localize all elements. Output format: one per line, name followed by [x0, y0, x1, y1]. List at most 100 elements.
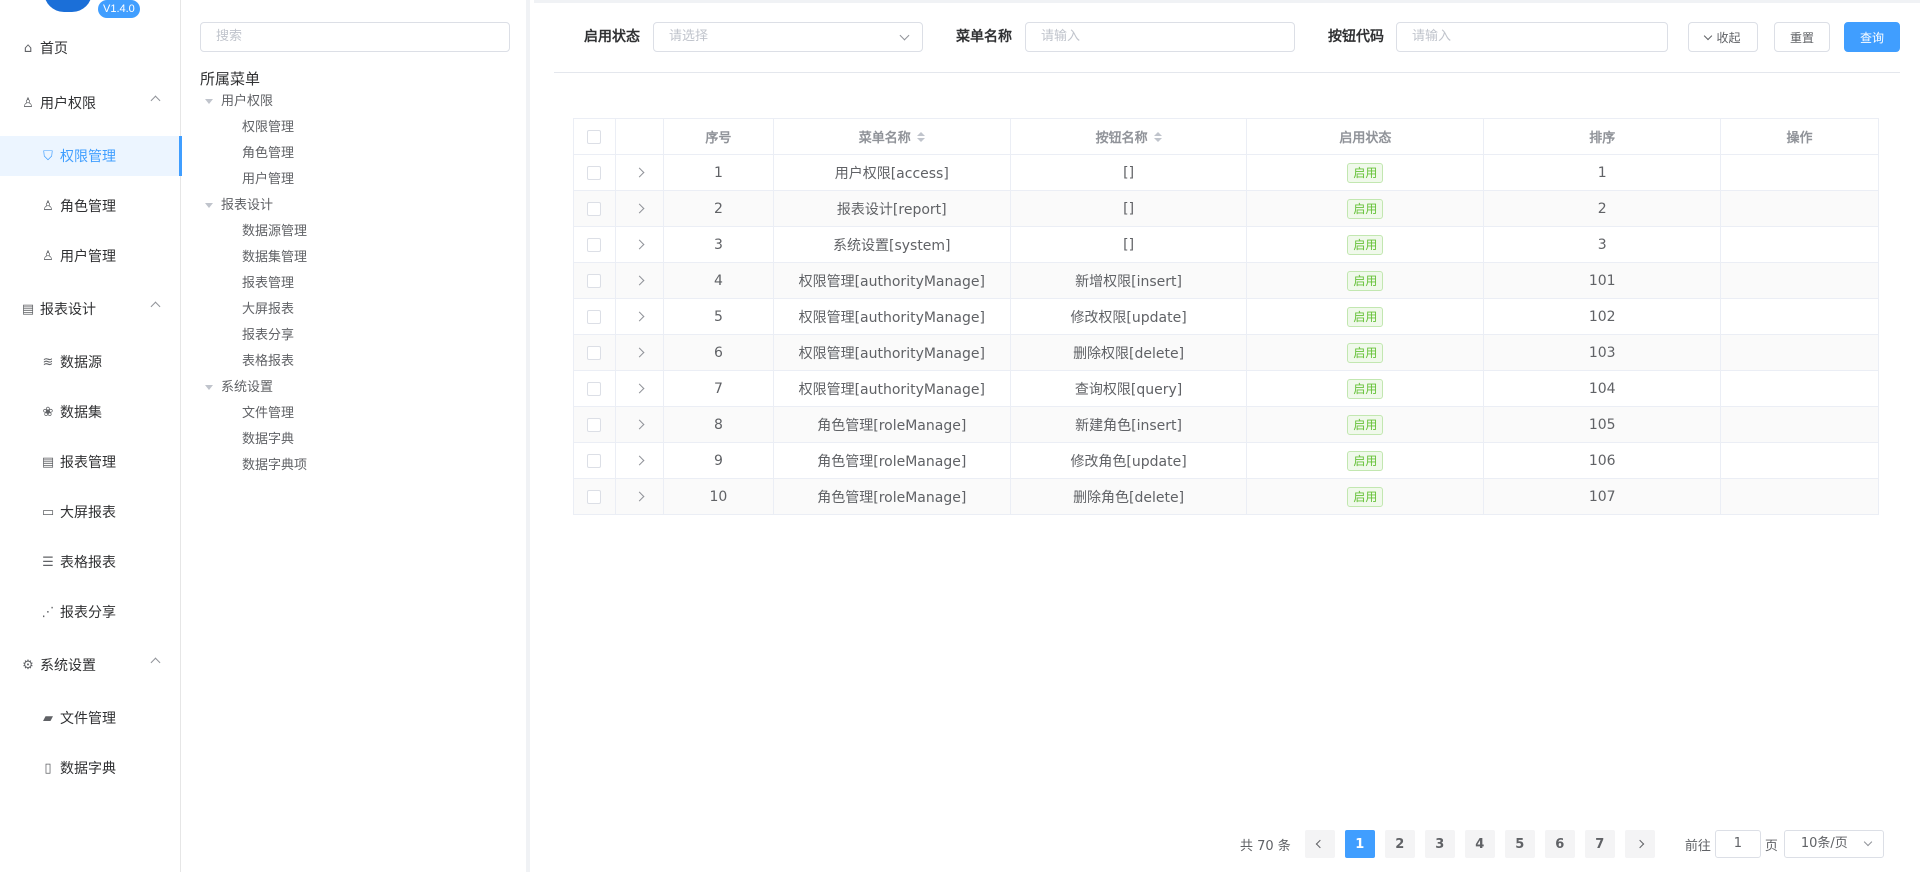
table-row[interactable]: 10 角色管理[roleManage] 删除角色[delete] 启用 107 [574, 479, 1879, 515]
tree-node[interactable]: 大屏报表 [242, 300, 294, 320]
cell-menu-name: 系统设置[system] [773, 227, 1011, 263]
table-row[interactable]: 6 权限管理[authorityManage] 删除权限[delete] 启用 103 [574, 335, 1879, 371]
tree-node[interactable]: 报表设计 [205, 196, 273, 216]
pagination: 共 70 条 1234567 前往 1 页 10条/页 [1240, 830, 1884, 858]
sidebar-item[interactable]: ▤ 报表设计 [0, 289, 181, 329]
tree-node[interactable]: 文件管理 [242, 404, 294, 424]
row-checkbox-cell [574, 299, 616, 335]
tree-node[interactable]: 数据字典项 [242, 456, 307, 476]
tree-node[interactable]: 表格报表 [242, 352, 294, 372]
select-all-checkbox[interactable] [587, 129, 602, 144]
cell-no: 10 [663, 479, 774, 515]
tree-node[interactable]: 用户权限 [205, 92, 273, 112]
row-checkbox[interactable] [587, 453, 602, 468]
chevron-right-icon[interactable] [634, 311, 645, 322]
reset-button[interactable]: 重置 [1774, 22, 1830, 52]
sidebar-item[interactable]: ⛉ 权限管理 [0, 136, 182, 176]
chevron-right-icon[interactable] [634, 347, 645, 358]
row-checkbox[interactable] [587, 309, 602, 324]
sidebar-item[interactable]: ▰ 文件管理 [0, 698, 181, 738]
sidebar-item[interactable]: ❀ 数据集 [0, 392, 181, 432]
sidebar-item-label: 数据字典 [60, 761, 116, 777]
goto-page-input[interactable]: 1 [1714, 830, 1761, 858]
table-row[interactable]: 8 角色管理[roleManage] 新建角色[insert] 启用 105 [574, 407, 1879, 443]
header-button-name[interactable]: 按钮名称 [1010, 119, 1248, 155]
sidebar-item[interactable]: ⌂ 首页 [0, 28, 181, 68]
table-row[interactable]: 7 权限管理[authorityManage] 查询权限[query] 启用 104 [574, 371, 1879, 407]
menu-filter-label: 菜单名称 [956, 29, 1012, 45]
chevron-right-icon[interactable] [634, 239, 645, 250]
button-code-input[interactable]: 请输入 [1396, 22, 1668, 52]
chevron-right-icon[interactable] [634, 203, 645, 214]
menu-name-input[interactable]: 请输入 [1025, 22, 1295, 52]
page-button[interactable]: 5 [1504, 830, 1535, 858]
sort-icon[interactable] [916, 131, 925, 142]
row-checkbox[interactable] [587, 345, 602, 360]
collapse-button[interactable]: 收起 [1688, 22, 1758, 52]
cell-no-text: 4 [713, 272, 723, 289]
sidebar-item[interactable]: ▤ 报表管理 [0, 442, 181, 482]
table-row[interactable]: 4 权限管理[authorityManage] 新增权限[insert] 启用 101 [574, 263, 1879, 299]
tree-node[interactable]: 角色管理 [242, 144, 294, 164]
table-row[interactable]: 1 用户权限[access] [] 启用 1 [574, 155, 1879, 191]
row-checkbox[interactable] [587, 273, 602, 288]
tree-node[interactable]: 数据集管理 [242, 248, 307, 268]
chevron-right-icon[interactable] [634, 455, 645, 466]
cell-no-text: 2 [713, 200, 723, 217]
table-row[interactable]: 2 报表设计[report] [] 启用 2 [574, 191, 1879, 227]
cell-button-name: 新建角色[insert] [1010, 407, 1248, 443]
cell-no: 1 [663, 155, 774, 191]
row-checkbox[interactable] [587, 381, 602, 396]
sidebar-item[interactable]: ▯ 数据字典 [0, 748, 181, 788]
tree-node[interactable]: 系统设置 [205, 378, 273, 398]
sidebar-item[interactable]: ≋ 数据源 [0, 342, 181, 382]
page-button[interactable]: 3 [1424, 830, 1455, 858]
page-button[interactable]: 2 [1384, 830, 1415, 858]
tree-node[interactable]: 报表分享 [242, 326, 294, 346]
chevron-right-icon [1635, 839, 1645, 849]
cell-actions [1721, 407, 1879, 443]
status-badge: 启用 [1347, 378, 1384, 399]
table-row[interactable]: 3 系统设置[system] [] 启用 3 [574, 227, 1879, 263]
page-button[interactable]: 6 [1544, 830, 1575, 858]
tree-node[interactable]: 用户管理 [242, 170, 294, 190]
sidebar-item[interactable]: ☰ 表格报表 [0, 542, 181, 582]
row-checkbox[interactable] [587, 165, 602, 180]
query-button[interactable]: 查询 [1844, 22, 1900, 52]
row-checkbox[interactable] [587, 417, 602, 432]
tree-node-label: 数据字典项 [242, 458, 308, 473]
table-row[interactable]: 5 权限管理[authorityManage] 修改权限[update] 启用 102 [574, 299, 1879, 335]
prev-page-button[interactable] [1304, 830, 1335, 858]
chevron-right-icon[interactable] [634, 275, 645, 286]
sidebar-item[interactable]: ⋰ 报表分享 [0, 592, 181, 632]
sidebar-item[interactable]: ⚙ 系统设置 [0, 645, 181, 685]
page-button[interactable]: 4 [1464, 830, 1495, 858]
sidebar-item[interactable]: ♙ 用户权限 [0, 83, 181, 123]
page-button[interactable]: 1 [1344, 830, 1375, 858]
tree-node[interactable]: 权限管理 [242, 118, 294, 138]
page-size-select[interactable]: 10条/页 [1783, 830, 1884, 858]
cell-sort: 2 [1484, 191, 1722, 227]
tree-node[interactable]: 报表管理 [242, 274, 294, 294]
sidebar-item-label: 报表管理 [60, 455, 116, 471]
status-select[interactable]: 请选择 [653, 22, 923, 52]
chevron-right-icon[interactable] [634, 491, 645, 502]
row-checkbox[interactable] [587, 237, 602, 252]
chevron-right-icon[interactable] [634, 383, 645, 394]
sidebar-item[interactable]: ▭ 大屏报表 [0, 492, 181, 532]
next-page-button[interactable] [1624, 830, 1655, 858]
tree-search-input[interactable]: 搜索 [200, 22, 510, 52]
header-menu-name[interactable]: 菜单名称 [773, 119, 1011, 155]
table-row[interactable]: 9 角色管理[roleManage] 修改角色[update] 启用 106 [574, 443, 1879, 479]
row-checkbox[interactable] [587, 489, 602, 504]
main-content: 启用状态 请选择 菜单名称 请输入 按钮代码 请输入 收起 重置 查询 序号 菜… [534, 0, 1920, 872]
page-button[interactable]: 7 [1584, 830, 1615, 858]
row-checkbox[interactable] [587, 201, 602, 216]
chevron-right-icon[interactable] [634, 419, 645, 430]
tree-node[interactable]: 数据源管理 [242, 222, 307, 242]
sort-icon[interactable] [1153, 131, 1162, 142]
tree-node[interactable]: 数据字典 [242, 430, 294, 450]
sidebar-item[interactable]: ♙ 角色管理 [0, 186, 181, 226]
chevron-right-icon[interactable] [634, 167, 645, 178]
sidebar-item[interactable]: ♙ 用户管理 [0, 236, 181, 276]
